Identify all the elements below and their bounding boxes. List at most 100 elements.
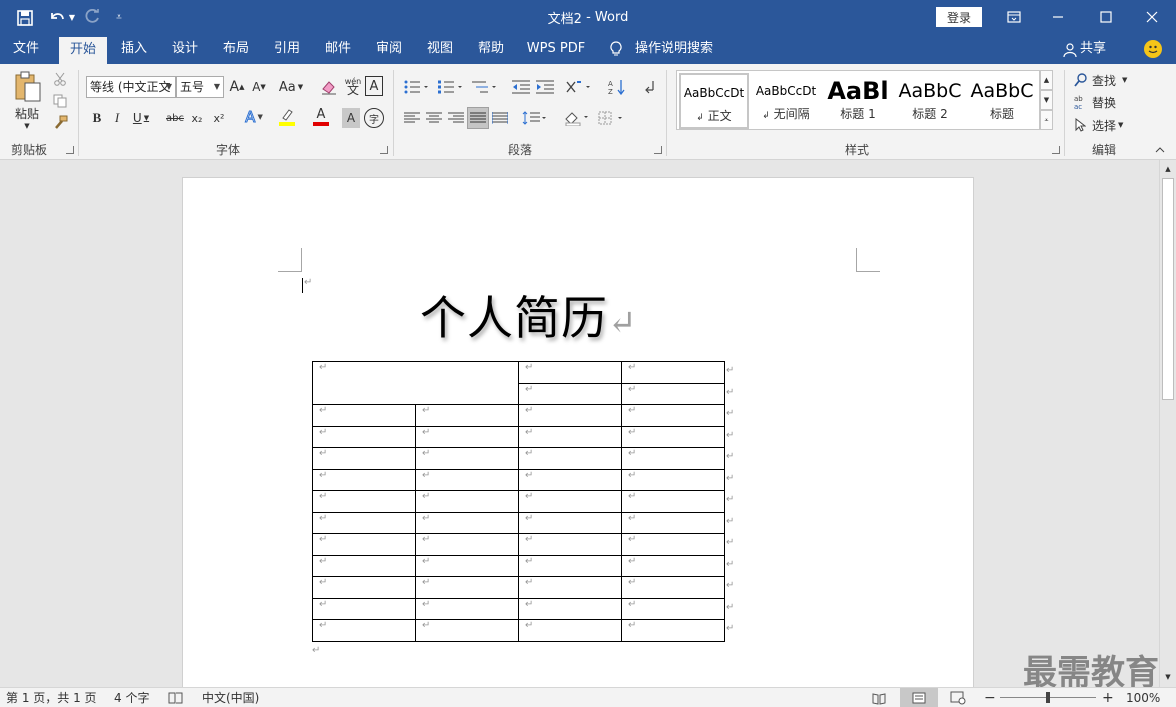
table-cell[interactable]: ↵	[312, 619, 416, 642]
table-cell[interactable]: ↵	[621, 447, 725, 470]
proofing-icon[interactable]	[168, 691, 184, 705]
italic-button[interactable]: I	[108, 108, 126, 128]
table-cell[interactable]: ↵	[518, 425, 622, 448]
tab-home[interactable]: 开始	[59, 37, 107, 64]
gallery-scroll-up-icon[interactable]: ▲	[1040, 70, 1053, 90]
font-launcher-icon[interactable]	[380, 146, 388, 154]
resume-table[interactable]: ↵ ↵ ↵ ↵ ↵ ↵ ↵ ↵ ↵ ↵ ↵ ↵ ↵ ↵ ↵ ↵ ↵ ↵ ↵ ↵ ↵ ↵ ↵ ↵ ↵ ↵ ↵ ↵ ↵ ↵ ↵ ↵…	[312, 361, 725, 642]
text-effects-button[interactable]: A ▼	[240, 106, 268, 128]
read-mode-icon[interactable]	[872, 691, 886, 705]
paste-button[interactable]: 粘贴	[8, 104, 46, 122]
increase-indent-icon[interactable]	[534, 76, 556, 98]
person-icon[interactable]	[1062, 42, 1078, 58]
table-cell[interactable]: ↵	[518, 468, 622, 491]
language[interactable]: 中文(中国)	[202, 688, 259, 707]
table-cell[interactable]: ↵	[415, 511, 519, 534]
table-cell[interactable]: ↵	[518, 576, 622, 599]
table-cell[interactable]: ↵	[312, 468, 416, 491]
table-cell[interactable]: ↵	[518, 490, 622, 513]
login-button[interactable]: 登录	[936, 7, 982, 27]
zoom-in-button[interactable]: +	[1102, 688, 1114, 707]
line-spacing-icon[interactable]	[520, 108, 550, 128]
document-title[interactable]: 个人简历↵	[420, 282, 638, 348]
enclose-characters-button[interactable]: 字	[364, 108, 384, 128]
zoom-out-button[interactable]: −	[984, 688, 996, 707]
style-title[interactable]: AaBbC 标题	[967, 73, 1037, 129]
collapse-ribbon-icon[interactable]	[1152, 144, 1168, 156]
strikethrough-button[interactable]: abc	[164, 108, 186, 128]
print-layout-icon[interactable]	[900, 688, 938, 707]
table-cell[interactable]: ↵	[518, 447, 622, 470]
share-button[interactable]: 共享	[1078, 34, 1108, 64]
lightbulb-icon[interactable]	[608, 41, 624, 57]
gallery-more-icon[interactable]: ⩡	[1040, 110, 1053, 130]
change-case-button[interactable]: Aa ▼	[276, 76, 306, 98]
vertical-scrollbar[interactable]: ▲ ▼	[1159, 160, 1176, 687]
decrease-indent-icon[interactable]	[510, 76, 532, 98]
tab-view[interactable]: 视图	[418, 34, 462, 64]
table-cell[interactable]: ↵	[518, 511, 622, 534]
table-cell[interactable]: ↵	[621, 382, 725, 405]
table-cell[interactable]: ↵	[621, 361, 725, 384]
show-formatting-marks-icon[interactable]	[638, 76, 660, 98]
tab-review[interactable]: 审阅	[367, 34, 411, 64]
smiley-feedback-icon[interactable]	[1144, 40, 1162, 58]
table-cell[interactable]: ↵	[621, 404, 725, 427]
table-cell[interactable]: ↵	[621, 511, 725, 534]
numbering-icon[interactable]	[436, 76, 466, 98]
style-heading-2[interactable]: AaBbC 标题 2	[895, 73, 965, 129]
zoom-level[interactable]: 100%	[1126, 688, 1160, 707]
borders-icon[interactable]	[596, 108, 626, 128]
table-cell[interactable]: ↵	[312, 361, 519, 405]
underline-button[interactable]: U ▼	[130, 108, 152, 128]
bullets-icon[interactable]	[402, 76, 432, 98]
table-cell[interactable]: ↵	[312, 447, 416, 470]
select-button[interactable]: 选择 ▼	[1074, 115, 1134, 135]
zoom-slider-thumb[interactable]	[1046, 692, 1050, 703]
table-cell[interactable]: ↵	[621, 619, 725, 642]
table-cell[interactable]: ↵	[518, 533, 622, 556]
table-cell[interactable]: ↵	[415, 425, 519, 448]
character-shading-button[interactable]: A	[342, 108, 360, 128]
table-cell[interactable]: ↵	[415, 447, 519, 470]
table-cell[interactable]: ↵	[312, 554, 416, 577]
table-cell[interactable]: ↵	[312, 490, 416, 513]
minimize-icon[interactable]	[1048, 8, 1068, 26]
table-cell[interactable]: ↵	[415, 490, 519, 513]
table-cell[interactable]: ↵	[518, 404, 622, 427]
tab-insert[interactable]: 插入	[112, 34, 156, 64]
font-size-dropdown[interactable]: 五号 ▼	[176, 76, 224, 98]
table-cell[interactable]: ↵	[621, 554, 725, 577]
maximize-icon[interactable]	[1096, 8, 1116, 26]
undo-dropdown-icon[interactable]: ▼	[68, 10, 76, 24]
grow-font-icon[interactable]: A ▲	[228, 76, 246, 98]
chinese-layout-icon[interactable]	[564, 76, 594, 98]
character-border-button[interactable]: A	[365, 76, 383, 96]
shading-icon[interactable]	[562, 108, 592, 128]
undo-icon[interactable]	[46, 8, 68, 26]
subscript-button[interactable]: x₂	[188, 108, 206, 128]
scroll-down-icon[interactable]: ▼	[1161, 670, 1175, 684]
tab-wps-pdf[interactable]: WPS PDF	[522, 34, 590, 64]
word-count[interactable]: 4 个字	[114, 688, 149, 707]
highlight-color-button[interactable]	[272, 106, 302, 128]
close-icon[interactable]	[1142, 8, 1162, 26]
table-cell[interactable]: ↵	[312, 404, 416, 427]
align-center-icon[interactable]	[424, 108, 444, 128]
font-color-button[interactable]: A	[306, 106, 336, 128]
paste-dropdown-icon[interactable]: ▼	[22, 121, 32, 131]
table-cell[interactable]: ↵	[518, 597, 622, 620]
table-cell[interactable]: ↵	[621, 468, 725, 491]
sort-icon[interactable]: AZ	[606, 76, 628, 98]
cut-icon[interactable]	[50, 70, 70, 88]
table-cell[interactable]: ↵	[312, 511, 416, 534]
page-count[interactable]: 第 1 页，共 1 页	[6, 688, 97, 707]
format-painter-icon[interactable]	[50, 114, 70, 132]
superscript-button[interactable]: x²	[210, 108, 228, 128]
gallery-scroll-down-icon[interactable]: ▼	[1040, 90, 1053, 110]
paste-icon[interactable]	[12, 70, 44, 104]
distributed-icon[interactable]	[490, 108, 510, 128]
align-left-icon[interactable]	[402, 108, 422, 128]
table-cell[interactable]: ↵	[518, 554, 622, 577]
align-right-icon[interactable]	[446, 108, 466, 128]
